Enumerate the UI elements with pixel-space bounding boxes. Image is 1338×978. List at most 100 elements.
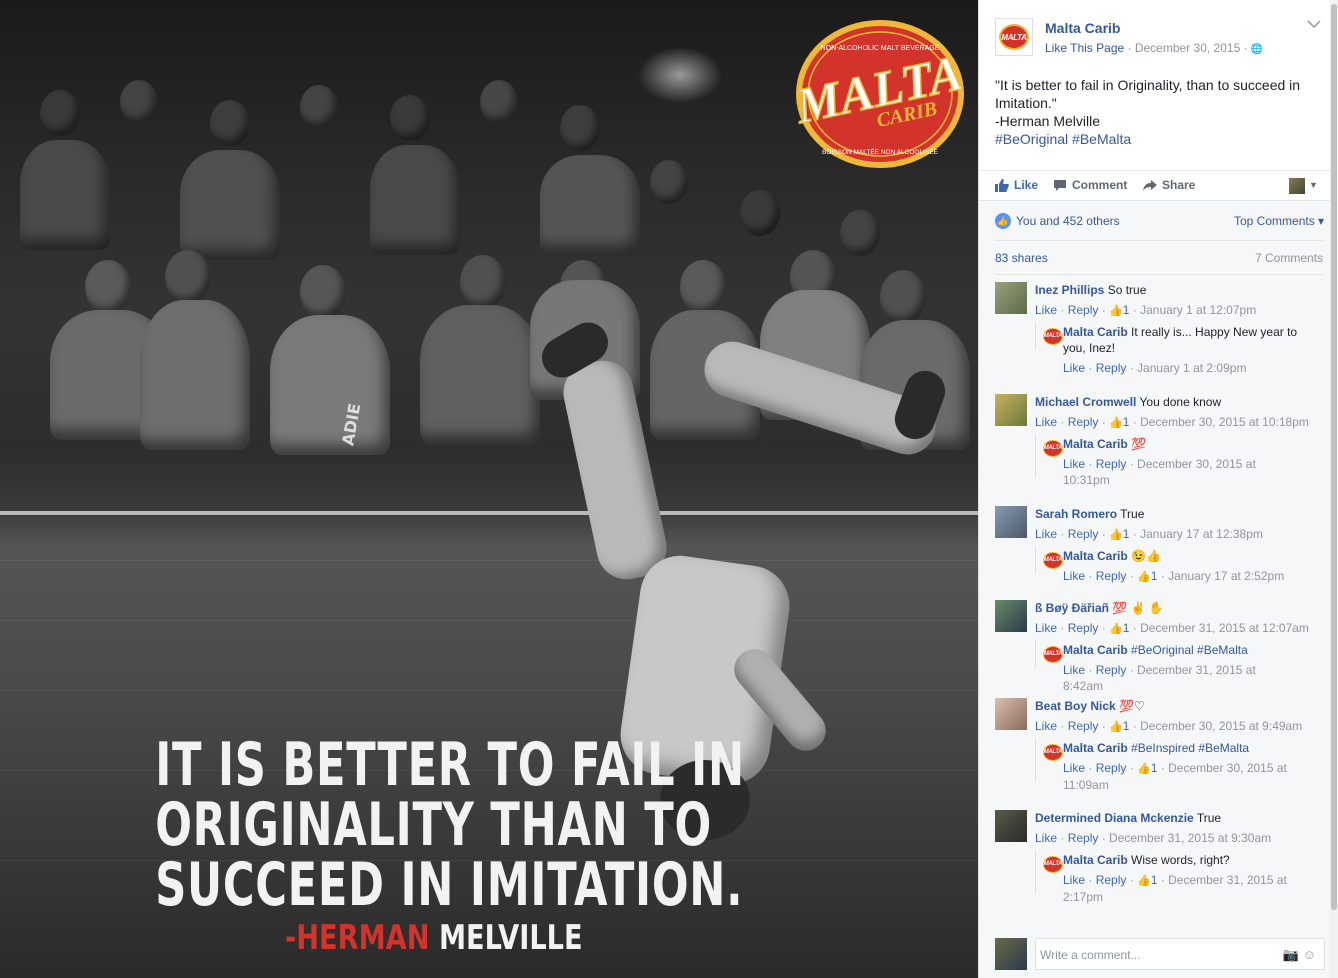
- caret-down-icon[interactable]: ▼: [1309, 180, 1318, 190]
- chevron-down-icon[interactable]: [1307, 18, 1321, 32]
- comment-text: 💯 ✌ ✋: [1109, 601, 1164, 615]
- comment-button[interactable]: Comment: [1053, 178, 1127, 192]
- reply-text: #BeOriginal #BeMalta: [1127, 643, 1248, 657]
- comment-meta: Like · Reply · 👍1 · December 30, 2015 at…: [1035, 719, 1303, 733]
- shares-link[interactable]: 83 shares: [995, 251, 1048, 265]
- comment-time[interactable]: December 30, 2015 at 10:18pm: [1140, 415, 1309, 429]
- reply-avatar[interactable]: MALTA: [1043, 854, 1063, 874]
- commenter-name[interactable]: Beat Boy Nick: [1035, 699, 1116, 713]
- post-hashtags[interactable]: #BeOriginal #BeMalta: [995, 130, 1325, 148]
- reply-time[interactable]: January 17 at 2:52pm: [1168, 569, 1284, 583]
- commenter-name[interactable]: Inez Phillips: [1035, 283, 1104, 297]
- reply-avatar[interactable]: MALTA: [1043, 438, 1063, 458]
- share-button[interactable]: Share: [1143, 178, 1195, 192]
- reply-avatar[interactable]: MALTA: [1043, 644, 1063, 664]
- image-quote-line: SUCCEED IN IMITATION.: [155, 850, 744, 920]
- reply-like-link[interactable]: Like: [1063, 569, 1085, 583]
- commenter-name[interactable]: Michael Cromwell: [1035, 395, 1136, 409]
- comment-meta: Like · Reply · 👍1 · December 31, 2015 at…: [1035, 621, 1309, 635]
- commenter-avatar[interactable]: [995, 600, 1027, 632]
- reply-avatar[interactable]: MALTA: [1043, 550, 1063, 570]
- reply-like-link[interactable]: Like: [1063, 663, 1085, 677]
- post-date[interactable]: December 30, 2015: [1135, 41, 1240, 55]
- page-name[interactable]: Malta Carib: [1045, 20, 1120, 36]
- comment-time[interactable]: January 1 at 12:07pm: [1140, 303, 1256, 317]
- like-page-link[interactable]: Like This Page: [1045, 41, 1124, 55]
- scrollbar-thumb[interactable]: [1331, 4, 1337, 910]
- replier-name[interactable]: Malta Carib: [1063, 643, 1128, 657]
- replier-name[interactable]: Malta Carib: [1063, 741, 1128, 755]
- replier-name[interactable]: Malta Carib: [1063, 437, 1128, 451]
- commenter-name[interactable]: Sarah Romero: [1035, 507, 1117, 521]
- comment-text: So true: [1104, 283, 1147, 297]
- reply-like-link[interactable]: Like: [1063, 457, 1085, 471]
- comment-like-count[interactable]: 1: [1123, 303, 1130, 317]
- reply-reply-link[interactable]: Reply: [1096, 457, 1127, 471]
- scrollbar[interactable]: [1330, 0, 1338, 978]
- reply-reply-link[interactable]: Reply: [1096, 361, 1127, 375]
- comment-time[interactable]: January 17 at 12:38pm: [1140, 527, 1263, 541]
- commenter-avatar[interactable]: [995, 810, 1027, 842]
- like-badge-icon: 👍: [995, 213, 1011, 229]
- comment-reply-link[interactable]: Reply: [1068, 415, 1099, 429]
- commenter-avatar[interactable]: [995, 698, 1027, 730]
- comment-like-count[interactable]: 1: [1123, 719, 1130, 733]
- comment-time[interactable]: December 31, 2015 at 12:07am: [1140, 621, 1309, 635]
- comment-reply-link[interactable]: Reply: [1068, 527, 1099, 541]
- comment-like-link[interactable]: Like: [1035, 303, 1057, 317]
- commenter-avatar[interactable]: [995, 282, 1027, 314]
- reply-like-count[interactable]: 1: [1151, 873, 1158, 887]
- comment-like-link[interactable]: Like: [1035, 415, 1057, 429]
- commenter-name[interactable]: Determined Diana Mckenzie: [1035, 811, 1194, 825]
- comment-like-count[interactable]: 1: [1123, 527, 1130, 541]
- page-avatar[interactable]: MALTA: [995, 18, 1033, 56]
- emoji-icon[interactable]: ☺: [1303, 947, 1316, 962]
- reply-time[interactable]: January 1 at 2:09pm: [1137, 361, 1246, 375]
- comments-count[interactable]: 7 Comments: [1255, 251, 1323, 265]
- reply-text: #BeInspired #BeMalta: [1127, 741, 1250, 755]
- comment-reply-link[interactable]: Reply: [1068, 719, 1099, 733]
- thumbs-up-icon: 👍: [1109, 721, 1123, 733]
- comment-like-count[interactable]: 1: [1123, 621, 1130, 635]
- comment-time[interactable]: December 30, 2015 at 9:49am: [1140, 719, 1302, 733]
- camera-icon[interactable]: 📷: [1283, 947, 1299, 962]
- reply-time[interactable]: December 30, 2015 at 10:31pm: [1063, 457, 1256, 487]
- commenter-name[interactable]: ß Bøÿ Ðäřiañ: [1035, 601, 1109, 615]
- post-text: "It is better to fail in Originality, th…: [995, 76, 1325, 148]
- comment-like-link[interactable]: Like: [1035, 831, 1057, 845]
- reply-like-count[interactable]: 1: [1151, 761, 1158, 775]
- commenter-avatar[interactable]: [995, 394, 1027, 426]
- comment-reply-link[interactable]: Reply: [1068, 303, 1099, 317]
- reply-reply-link[interactable]: Reply: [1096, 663, 1127, 677]
- reply-meta: Like · Reply · December 31, 2015 at 8:42…: [1063, 663, 1256, 693]
- reply: Malta Carib Wise words, right?: [1063, 852, 1303, 868]
- reply-like-link[interactable]: Like: [1063, 361, 1085, 375]
- top-comments-dropdown[interactable]: Top Comments ▾: [1234, 214, 1324, 228]
- comment-like-count[interactable]: 1: [1123, 415, 1130, 429]
- viewer-avatar[interactable]: [1289, 178, 1305, 194]
- replier-name[interactable]: Malta Carib: [1063, 325, 1128, 339]
- comment-input[interactable]: Write a comment... 📷 ☺: [1035, 938, 1325, 970]
- post-photo[interactable]: ADIE NON-ALCOHOLIC MALT BEVERAGE MALTA C…: [0, 0, 978, 978]
- reply-avatar[interactable]: MALTA: [1043, 742, 1063, 762]
- malta-logo-icon: MALTA: [1043, 743, 1063, 761]
- likes-summary[interactable]: 👍 You and 452 others: [995, 213, 1120, 229]
- reply-like-link[interactable]: Like: [1063, 761, 1085, 775]
- reply-like-link[interactable]: Like: [1063, 873, 1085, 887]
- reply-time[interactable]: December 31, 2015 at 8:42am: [1063, 663, 1256, 693]
- comment-like-link[interactable]: Like: [1035, 621, 1057, 635]
- comment-time[interactable]: December 31, 2015 at 9:30am: [1109, 831, 1271, 845]
- reply-avatar[interactable]: MALTA: [1043, 326, 1063, 346]
- comment-reply-link[interactable]: Reply: [1068, 621, 1099, 635]
- replier-name[interactable]: Malta Carib: [1063, 549, 1128, 563]
- comment-like-link[interactable]: Like: [1035, 719, 1057, 733]
- like-button[interactable]: Like: [995, 178, 1038, 192]
- commenter-avatar[interactable]: [995, 506, 1027, 538]
- reply-reply-link[interactable]: Reply: [1096, 761, 1127, 775]
- reply-like-count[interactable]: 1: [1151, 569, 1158, 583]
- replier-name[interactable]: Malta Carib: [1063, 853, 1128, 867]
- comment-like-link[interactable]: Like: [1035, 527, 1057, 541]
- comment-reply-link[interactable]: Reply: [1068, 831, 1099, 845]
- reply-reply-link[interactable]: Reply: [1096, 873, 1127, 887]
- reply-reply-link[interactable]: Reply: [1096, 569, 1127, 583]
